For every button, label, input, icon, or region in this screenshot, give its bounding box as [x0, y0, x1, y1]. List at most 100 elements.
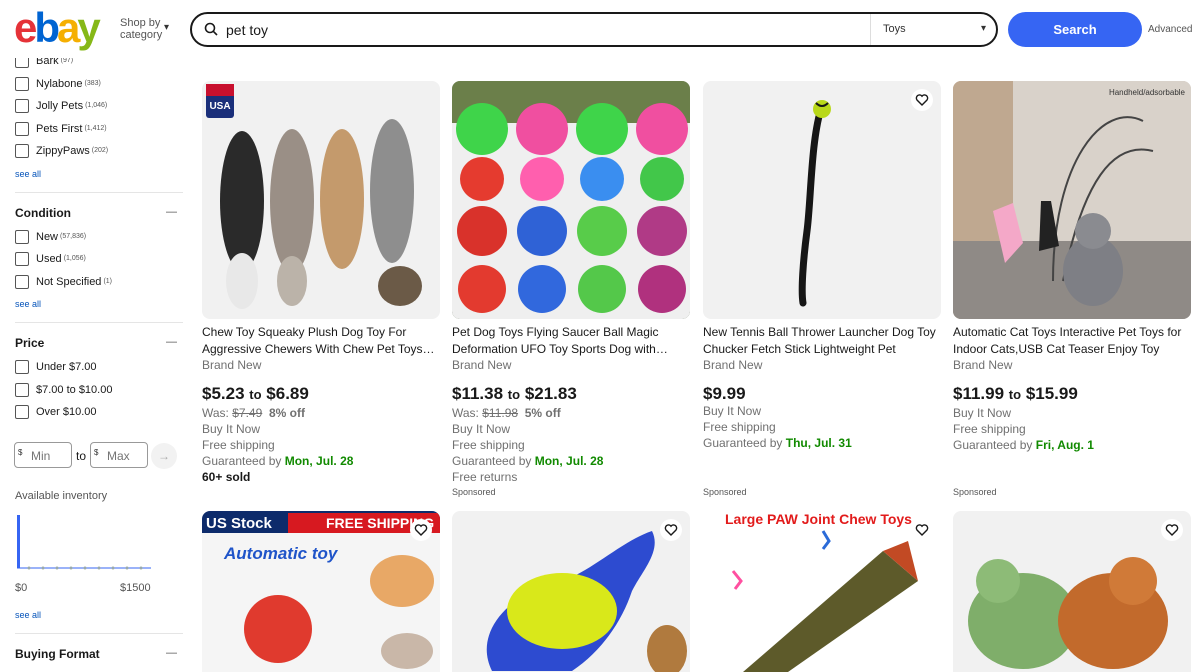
watch-heart-icon[interactable] — [911, 89, 933, 111]
product-image[interactable] — [953, 511, 1191, 672]
checkbox[interactable] — [15, 229, 29, 244]
banner-left-text: US Stock — [206, 515, 273, 532]
product-image[interactable] — [452, 511, 690, 672]
collapse-icon[interactable]: — — [166, 206, 177, 218]
checkbox[interactable] — [15, 121, 29, 136]
inventory-histogram[interactable] — [15, 512, 155, 572]
brand-filter-zippypaws[interactable]: ZippyPaws (202) — [15, 143, 108, 158]
shipping-info: Free shipping — [703, 420, 776, 434]
inventory-label: Available inventory — [15, 490, 108, 502]
condition-heading[interactable]: Condition — [15, 206, 71, 220]
advanced-link[interactable]: Advanced — [1148, 24, 1192, 35]
divider — [15, 192, 183, 193]
checkbox[interactable] — [15, 251, 29, 266]
see-all-price-link[interactable]: see all — [15, 610, 41, 620]
product-image[interactable] — [452, 81, 690, 319]
product-price: $11.38 to $21.83 — [452, 384, 577, 403]
search-bar: Toys ▾ — [190, 12, 998, 47]
returns-info: Free returns — [452, 470, 518, 484]
checkbox[interactable] — [15, 98, 29, 113]
subtitle-text: Automatic toy — [223, 544, 339, 563]
product-condition: Brand New — [953, 358, 1013, 372]
product-image[interactable]: Large PAW Joint Chew Toys — [703, 511, 941, 672]
ufo-balls-image — [452, 81, 690, 319]
delivery-guarantee: Guaranteed by Mon, Jul. 28 — [202, 454, 354, 468]
product-image[interactable]: Handheld/adsorbable — [953, 81, 1191, 319]
product-title[interactable]: Automatic Cat Toys Interactive Pet Toys … — [953, 324, 1191, 358]
filter-sidebar: Bark (97) Nylabone (383) Jolly Pets (1,046)… — [0, 53, 184, 672]
product-image[interactable] — [703, 81, 941, 319]
plush-toys-image: USA — [206, 84, 422, 309]
search-input[interactable] — [226, 20, 826, 40]
sponsored-label: Sponsored — [953, 487, 997, 497]
brand-filter-nylabone[interactable]: Nylabone (383) — [15, 76, 101, 91]
joint-chew-toy-image: Large PAW Joint Chew Toys — [725, 511, 918, 672]
banner-text: Large PAW Joint Chew Toys — [725, 511, 912, 527]
brand-filter-jolly-pets[interactable]: Jolly Pets (1,046) — [15, 98, 107, 113]
price-heading[interactable]: Price — [15, 336, 44, 350]
divider — [15, 322, 183, 323]
shipping-info: Free shipping — [953, 422, 1026, 436]
price-submit-button[interactable]: → — [151, 443, 177, 469]
search-button[interactable]: Search — [1008, 12, 1142, 47]
buy-it-now: Buy It Now — [452, 422, 511, 436]
product-title[interactable]: Chew Toy Squeaky Plush Dog Toy For Aggre… — [202, 324, 440, 358]
product-price: $5.23 to $6.89 — [202, 384, 309, 403]
usa-badge-text: USA — [209, 101, 230, 112]
condition-filter-not-specified[interactable]: Not Specified (1) — [15, 274, 112, 289]
was-price: Was: $7.49 8% off — [202, 406, 305, 420]
to-label: to — [76, 449, 87, 463]
chevron-down-icon: ▾ — [980, 23, 986, 34]
ebay-logo[interactable]: ebay — [14, 7, 101, 49]
checkbox[interactable] — [15, 274, 29, 289]
dino-toy-image — [486, 531, 687, 672]
price-filter-7-to-10[interactable]: $7.00 to $10.00 — [15, 382, 112, 397]
shipping-info: Free shipping — [452, 438, 525, 452]
product-title[interactable]: New Tennis Ball Thrower Launcher Dog Toy… — [703, 324, 941, 358]
ball-launcher-image — [798, 100, 831, 307]
sponsored-label: Sponsored — [703, 487, 747, 497]
delivery-guarantee: Guaranteed by Thu, Jul. 31 — [703, 436, 852, 450]
see-all-conditions-link[interactable]: see all — [15, 299, 41, 309]
shipping-info: Free shipping — [202, 438, 275, 452]
sold-count: 60+ sold — [202, 470, 251, 484]
checkbox[interactable] — [15, 359, 29, 374]
watch-heart-icon[interactable] — [1161, 519, 1183, 541]
range-min-label: $0 — [15, 582, 28, 594]
checkbox[interactable] — [15, 143, 29, 158]
shop-by-category[interactable]: Shop by category — [120, 17, 162, 41]
product-image[interactable]: US Stock FREE SHIPPING Automatic toy — [202, 511, 440, 672]
checkbox[interactable] — [15, 76, 29, 91]
min-price-input[interactable]: $ Min — [14, 442, 72, 468]
buy-it-now: Buy It Now — [953, 406, 1012, 420]
product-price: $9.99 — [703, 384, 746, 403]
product-condition: Brand New — [703, 358, 763, 372]
search-icon — [204, 22, 218, 36]
price-filter-under-7[interactable]: Under $7.00 — [15, 359, 97, 374]
product-title[interactable]: Pet Dog Toys Flying Saucer Ball Magic De… — [452, 324, 690, 358]
condition-filter-new[interactable]: New (57,836) — [15, 229, 86, 244]
brand-filter-pets-first[interactable]: Pets First (1,412) — [15, 121, 107, 136]
product-condition: Brand New — [452, 358, 512, 372]
watch-heart-icon[interactable] — [660, 519, 682, 541]
plush-animals-image — [968, 557, 1168, 669]
collapse-icon[interactable]: — — [166, 336, 177, 348]
watch-heart-icon[interactable] — [410, 519, 432, 541]
product-image[interactable]: USA — [202, 81, 440, 319]
price-filter-over-10[interactable]: Over $10.00 — [15, 404, 97, 419]
image-caption: Handheld/adsorbable — [1109, 88, 1186, 97]
delivery-guarantee: Guaranteed by Mon, Jul. 28 — [452, 454, 604, 468]
checkbox[interactable] — [15, 382, 29, 397]
see-all-brands-link[interactable]: see all — [15, 169, 41, 179]
collapse-icon[interactable]: — — [166, 647, 177, 659]
product-price: $11.99 to $15.99 — [953, 384, 1078, 403]
buy-it-now: Buy It Now — [703, 404, 762, 418]
product-condition: Brand New — [202, 358, 262, 372]
checkbox[interactable] — [15, 404, 29, 419]
watch-heart-icon[interactable] — [911, 519, 933, 541]
category-select[interactable]: Toys ▾ — [870, 14, 996, 45]
max-price-input[interactable]: $ Max — [90, 442, 148, 468]
buying-format-heading[interactable]: Buying Format — [15, 647, 100, 661]
chevron-down-icon[interactable]: ▾ — [164, 22, 169, 33]
condition-filter-used[interactable]: Used (1,056) — [15, 251, 86, 266]
